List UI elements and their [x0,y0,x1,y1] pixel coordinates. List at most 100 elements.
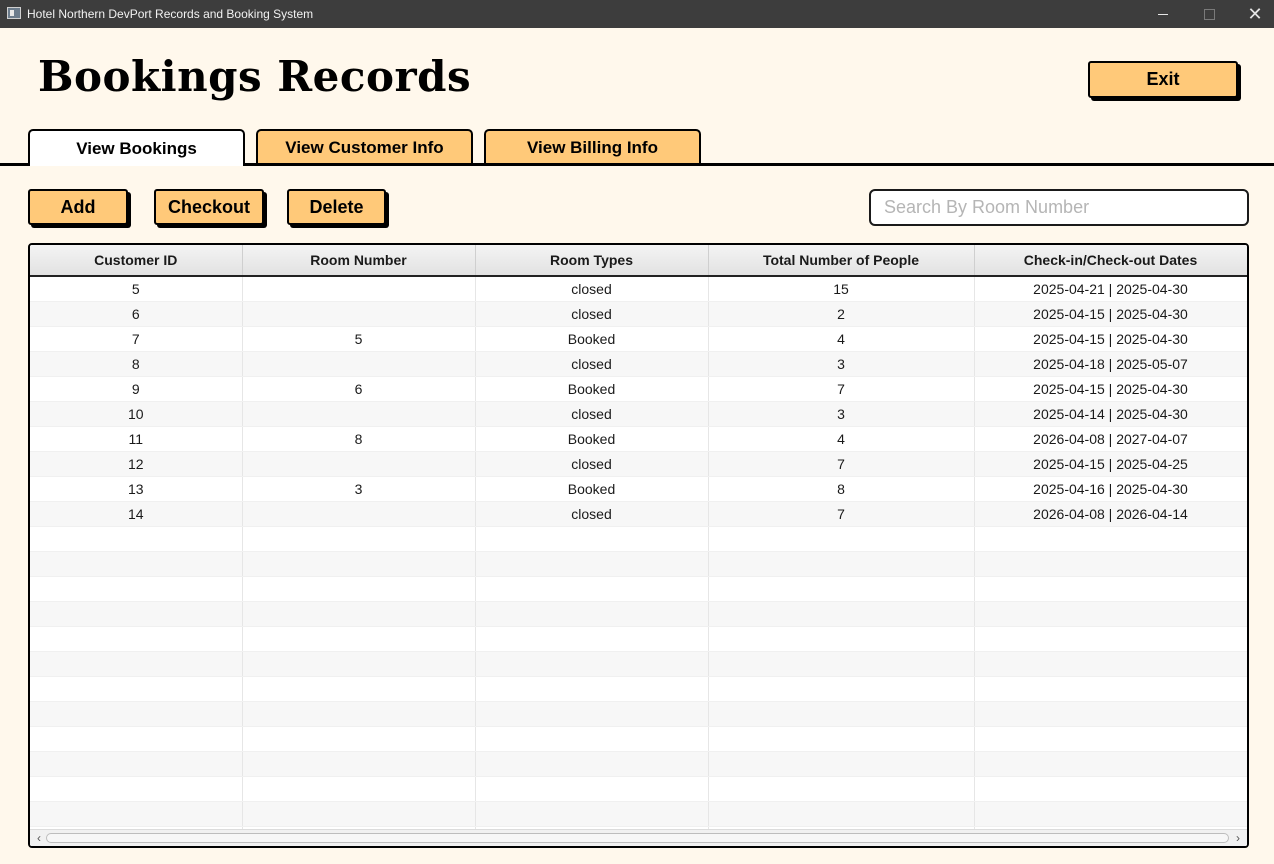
table-cell [242,751,476,777]
maximize-button[interactable] [1186,0,1232,28]
app-icon [7,7,21,19]
table-row[interactable]: 8 closed 3 2025-04-18 | 2025-05-07 [30,351,1247,377]
table-cell: 3 [708,351,975,377]
table-row[interactable]: 10 closed 3 2025-04-14 | 2025-04-30 [30,401,1247,427]
add-button[interactable]: Add [28,189,128,225]
column-header-customer-id[interactable]: Customer ID [30,245,243,277]
table-cell: Booked [475,326,709,352]
table-row[interactable] [30,551,1247,577]
column-header-dates[interactable]: Check-in/Check-out Dates [974,245,1247,277]
table-cell [242,451,476,477]
table-cell [708,601,975,627]
window-titlebar: Hotel Northern DevPort Records and Booki… [0,0,1274,28]
scroll-right-icon[interactable]: › [1231,830,1245,846]
table-cell: 11 [30,426,243,452]
column-header-room-number[interactable]: Room Number [242,245,476,277]
table-cell [974,801,1247,827]
table-cell: 5 [242,326,476,352]
table-cell: 5 [30,276,243,302]
close-icon: ✕ [1247,4,1263,24]
table-cell [974,676,1247,702]
table-cell: 2025-04-18 | 2025-05-07 [974,351,1247,377]
tab-view-bookings[interactable]: View Bookings [28,129,245,166]
tab-view-billing-info[interactable]: View Billing Info [484,129,701,165]
table-row[interactable] [30,601,1247,627]
table-cell: closed [475,401,709,427]
table-header-row: Customer ID Room Number Room Types Total… [30,245,1247,277]
table-cell [708,726,975,752]
table-cell [708,801,975,827]
table-cell: 12 [30,451,243,477]
table-cell: closed [475,276,709,302]
minimize-button[interactable] [1140,0,1186,28]
table-row[interactable] [30,626,1247,652]
table-row[interactable] [30,801,1247,827]
table-row[interactable]: 12 closed 7 2025-04-15 | 2025-04-25 [30,451,1247,477]
table-cell: Booked [475,476,709,502]
table-row[interactable]: 7 5 Booked 4 2025-04-15 | 2025-04-30 [30,326,1247,352]
minimize-icon [1158,13,1168,15]
delete-button[interactable]: Delete [287,189,386,225]
table-cell [974,726,1247,752]
table-cell: 2025-04-15 | 2025-04-25 [974,451,1247,477]
close-button[interactable]: ✕ [1232,0,1274,28]
page-title: Bookings Records [38,52,472,101]
table-cell: 3 [708,401,975,427]
column-header-room-types[interactable]: Room Types [475,245,709,277]
table-cell [242,301,476,327]
table-cell [974,776,1247,802]
table-cell [30,751,243,777]
maximize-icon [1203,8,1215,20]
table-cell [242,551,476,577]
table-cell: 8 [708,476,975,502]
checkout-button[interactable]: Checkout [154,189,264,225]
search-input[interactable] [869,189,1249,226]
table-cell: 15 [708,276,975,302]
table-cell [708,676,975,702]
exit-button[interactable]: Exit [1088,61,1238,98]
table-cell [242,701,476,727]
table-cell [974,601,1247,627]
table-cell: 7 [708,501,975,527]
table-cell: 8 [30,351,243,377]
table-body: 5 closed 15 2025-04-21 | 2025-04-30 6 closed 2… [30,276,1247,846]
table-cell: 14 [30,501,243,527]
table-cell [242,401,476,427]
table-cell [708,526,975,552]
table-row[interactable] [30,676,1247,702]
table-row[interactable]: 5 closed 15 2025-04-21 | 2025-04-30 [30,276,1247,302]
table-cell [708,576,975,602]
table-cell [475,601,709,627]
table-row[interactable] [30,726,1247,752]
table-cell: 2026-04-08 | 2026-04-14 [974,501,1247,527]
scroll-left-icon[interactable]: ‹ [32,830,46,846]
column-header-total-people[interactable]: Total Number of People [708,245,975,277]
table-cell [30,526,243,552]
table-cell [475,551,709,577]
table-row[interactable]: 6 closed 2 2025-04-15 | 2025-04-30 [30,301,1247,327]
scrollbar-thumb[interactable] [46,833,1229,843]
table-cell [242,801,476,827]
table-cell: Booked [475,376,709,402]
horizontal-scrollbar[interactable]: ‹ › [30,829,1247,846]
table-cell [475,676,709,702]
table-cell [974,576,1247,602]
table-cell: 2025-04-15 | 2025-04-30 [974,301,1247,327]
table-row[interactable]: 9 6 Booked 7 2025-04-15 | 2025-04-30 [30,376,1247,402]
table-row[interactable]: 14 closed 7 2026-04-08 | 2026-04-14 [30,501,1247,527]
table-cell: 13 [30,476,243,502]
table-cell [708,776,975,802]
table-row[interactable] [30,751,1247,777]
table-row[interactable] [30,651,1247,677]
table-row[interactable] [30,701,1247,727]
table-row[interactable] [30,576,1247,602]
table-row[interactable]: 13 3 Booked 8 2025-04-16 | 2025-04-30 [30,476,1247,502]
table-row[interactable] [30,526,1247,552]
table-cell [242,676,476,702]
table-row[interactable] [30,776,1247,802]
table-cell: 2025-04-15 | 2025-04-30 [974,376,1247,402]
tab-view-customer-info[interactable]: View Customer Info [256,129,473,165]
table-row[interactable]: 11 8 Booked 4 2026-04-08 | 2027-04-07 [30,426,1247,452]
table-cell: 4 [708,426,975,452]
table-cell [30,601,243,627]
